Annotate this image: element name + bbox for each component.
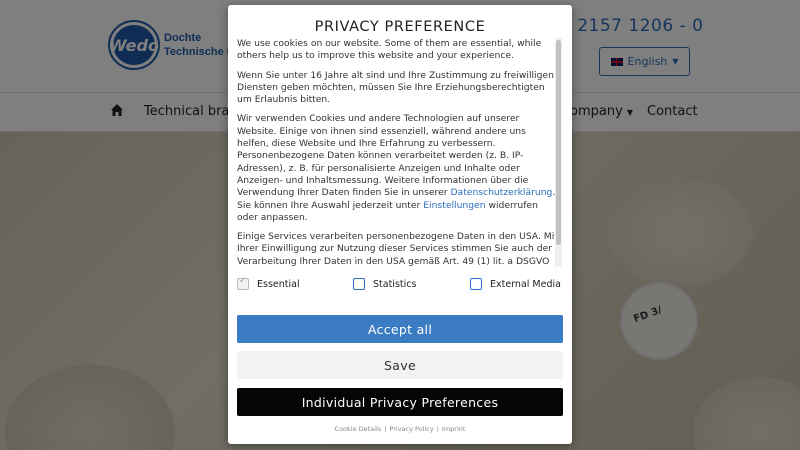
consent-checkboxes: Essential Statistics External Media xyxy=(237,276,563,294)
accept-all-button[interactable]: Accept all xyxy=(237,315,563,343)
cookie-info-text-a: Wir verwenden Cookies und andere Technol… xyxy=(237,113,529,199)
external-media-checkbox[interactable]: External Media xyxy=(470,278,561,290)
scrollbar-thumb[interactable] xyxy=(556,40,561,245)
individual-privacy-preferences-button[interactable]: Individual Privacy Preferences xyxy=(237,388,563,416)
age-notice-paragraph: Wenn Sie unter 16 Jahre alt sind und Ihr… xyxy=(237,69,554,106)
privacy-policy-link[interactable]: Datenschutzerklärung xyxy=(450,187,552,198)
save-button[interactable]: Save xyxy=(237,351,563,379)
footer-separator: | xyxy=(384,425,387,433)
cookie-details-link[interactable]: Cookie Details xyxy=(335,425,382,433)
scrollbar[interactable] xyxy=(555,38,562,267)
dialog-title: PRIVACY PREFERENCE xyxy=(314,19,486,35)
statistics-checkbox-box[interactable] xyxy=(353,278,365,290)
footer-privacy-policy-link[interactable]: Privacy Policy xyxy=(389,425,433,433)
footer-separator: | xyxy=(436,425,439,433)
essential-checkbox-box xyxy=(237,276,249,290)
intro-paragraph: We use cookies on our website. Some of t… xyxy=(237,38,542,62)
external-media-checkbox-box[interactable] xyxy=(470,278,482,290)
us-data-paragraph: Einige Services verarbeiten personenbezo… xyxy=(237,231,558,267)
imprint-link[interactable]: Imprint xyxy=(442,425,466,433)
dialog-footer-links: Cookie Details | Privacy Policy | Imprint xyxy=(228,425,572,433)
cookie-info-paragraph: Wir verwenden Cookies und andere Technol… xyxy=(237,113,559,224)
external-media-label: External Media xyxy=(490,278,561,290)
essential-checkbox: Essential xyxy=(237,276,300,290)
privacy-preference-dialog: PRIVACY PREFERENCE We use cookies on our… xyxy=(228,5,572,444)
statistics-label: Statistics xyxy=(373,278,417,290)
statistics-checkbox[interactable]: Statistics xyxy=(353,278,416,290)
settings-link[interactable]: Einstellungen xyxy=(423,200,485,211)
essential-label: Essential xyxy=(257,278,300,290)
dialog-text-scroll-area[interactable]: We use cookies on our website. Some of t… xyxy=(237,38,559,267)
